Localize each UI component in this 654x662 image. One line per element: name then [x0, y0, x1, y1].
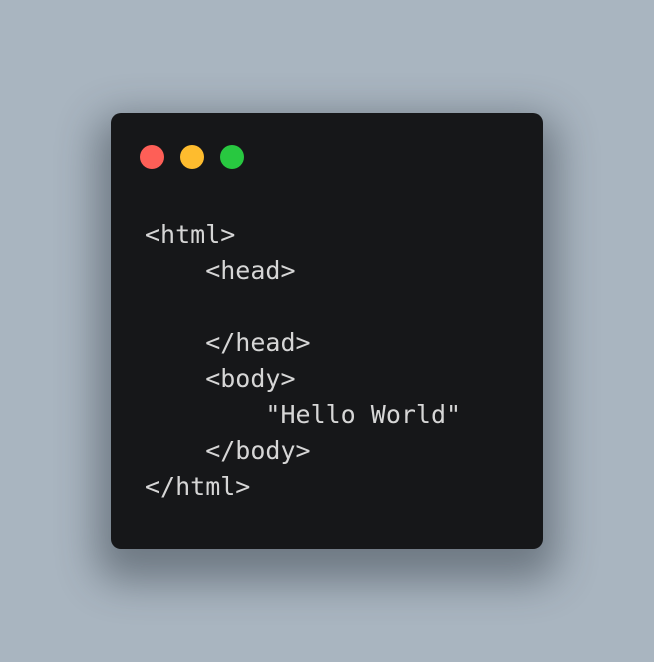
zoom-dot-icon[interactable] [220, 145, 244, 169]
code-line: </body> [145, 436, 311, 465]
code-block: <html> <head> </head> <body> "Hello Worl… [145, 217, 461, 505]
code-line: </head> [145, 328, 311, 357]
close-dot-icon[interactable] [140, 145, 164, 169]
code-line: "Hello World" [145, 400, 462, 429]
code-window: <html> <head> </head> <body> "Hello Worl… [111, 113, 543, 549]
code-line: <head> [145, 256, 296, 285]
code-line: <html> [145, 220, 236, 249]
minimize-dot-icon[interactable] [180, 145, 204, 169]
code-line: </html> [145, 472, 251, 501]
page-background: <html> <head> </head> <body> "Hello Worl… [0, 0, 654, 662]
code-line: <body> [145, 364, 296, 393]
